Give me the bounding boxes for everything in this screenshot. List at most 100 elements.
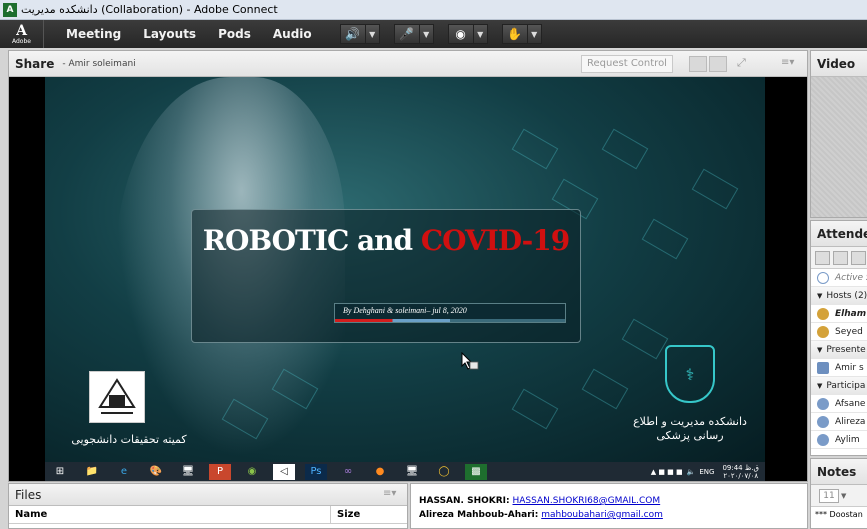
column-size[interactable]: Size: [331, 509, 360, 520]
slide-title-white: ROBOTIC and: [202, 224, 413, 257]
paint-icon[interactable]: 🎨: [145, 464, 167, 480]
expand-icon[interactable]: ⤢: [737, 56, 755, 72]
attendee-row[interactable]: Amir s: [811, 359, 867, 377]
files-table-header: Name Size: [9, 506, 407, 524]
university-emblem-line-1: دانشکده مدیریت و اطلاع: [633, 415, 747, 428]
adobe-logo-text: Adobe: [12, 37, 31, 45]
pod-menu-icon[interactable]: ≡▾: [781, 57, 794, 68]
attendee-group-hosts[interactable]: ▼ Hosts (2): [811, 287, 867, 305]
microphone-icon[interactable]: 🎤: [393, 24, 420, 44]
breakout-icon[interactable]: [833, 250, 848, 265]
adobe-connect-icon[interactable]: ▩: [465, 463, 487, 480]
raise-hand-icon[interactable]: ✋: [501, 24, 528, 44]
active-speaker-row: Active S: [811, 269, 867, 287]
visual-studio-code-icon[interactable]: ◁: [273, 463, 295, 480]
files-pod-header: Files: [9, 484, 407, 506]
chevron-down-icon[interactable]: ▼: [419, 24, 434, 44]
hexagon-decoration: [581, 368, 629, 410]
attendee-name: Amir s: [835, 362, 864, 373]
menu-layouts[interactable]: Layouts: [143, 27, 196, 41]
language-indicator[interactable]: ENG: [699, 468, 714, 476]
volume-icon[interactable]: 🔈: [687, 468, 696, 476]
hexagon-decoration: [691, 168, 739, 210]
adobe-logo: A Adobe: [0, 20, 44, 48]
file-explorer-icon[interactable]: 📁: [81, 464, 103, 480]
pod-menu-icon[interactable]: ≡▾: [383, 488, 396, 499]
hexagon-decoration: [511, 388, 559, 430]
chat-email-link[interactable]: mahboubahari@gmail.com: [541, 510, 663, 520]
cursor-icon: [461, 352, 479, 370]
request-control-button[interactable]: Request Control: [581, 55, 673, 73]
group-label: Participa: [826, 380, 866, 391]
hexagon-decoration: [511, 128, 559, 170]
menu-audio[interactable]: Audio: [273, 27, 312, 41]
attendee-group-presenters[interactable]: ▼ Presente: [811, 341, 867, 359]
attendee-row[interactable]: Aylim: [811, 431, 867, 449]
attendee-group-participants[interactable]: ▼ Participa: [811, 377, 867, 395]
attendee-name: Seyed: [835, 326, 863, 337]
host-icon: [817, 307, 829, 320]
attendees-toolbar: [811, 247, 867, 269]
triangle-down-icon: ▼: [817, 291, 823, 300]
chevron-down-icon[interactable]: ▼: [365, 24, 380, 44]
tray-icons[interactable]: ▲ ■ ■ ■: [651, 468, 683, 476]
status-icon[interactable]: [851, 250, 866, 265]
fit-width-icon[interactable]: [689, 56, 707, 72]
triangle-down-icon: ▼: [817, 345, 823, 354]
visual-studio-icon[interactable]: ∞: [337, 464, 359, 480]
internet-explorer-icon[interactable]: e: [113, 464, 135, 480]
participant-icon: [817, 397, 829, 410]
chevron-down-icon[interactable]: ▼: [473, 24, 488, 44]
attendee-name: Afsane: [835, 398, 866, 409]
remote-desktop-icon[interactable]: 🖥: [177, 464, 199, 480]
chrome-icon[interactable]: ◯: [433, 464, 455, 480]
font-size-select[interactable]: 11: [819, 488, 839, 503]
chevron-down-icon[interactable]: ▼: [527, 24, 542, 44]
speaker-icon[interactable]: 🔊: [339, 24, 366, 44]
student-research-logo-text: کمیته تحقیقات دانشجویی: [71, 433, 187, 446]
firefox-icon[interactable]: ●: [369, 464, 391, 480]
attendee-row[interactable]: Seyed: [811, 323, 867, 341]
menu-meeting[interactable]: Meeting: [66, 27, 121, 41]
chevron-down-icon[interactable]: ▼: [841, 492, 846, 500]
video-area: [811, 77, 867, 217]
university-emblem-text: دانشکده مدیریت و اطلاع رسانی پزشکی: [615, 415, 765, 443]
presenter-name: - Amir soleimani: [62, 58, 136, 69]
windows-taskbar: ⊞ 📁 e 🎨 🖥 P ◉ ◁ Ps ∞ ● 🖥 ◯ ▩ ▲ ■ ■ ■ 🔈 E…: [45, 462, 765, 481]
menu-pods[interactable]: Pods: [218, 27, 251, 41]
share-pod-header: Share - Amir soleimani: [9, 51, 807, 77]
slide-byline: By Dehghani & soleimani– jul 8, 2020: [343, 306, 467, 315]
slide-title: ROBOTIC and COVID-19: [192, 224, 580, 257]
menubar: A Adobe Meeting Layouts Pods Audio 🔊 ▼ 🎤…: [0, 20, 867, 48]
photoshop-icon[interactable]: Ps: [305, 463, 327, 480]
clock[interactable]: 09:44 ق.ظ ۲۰۲۰/۰۷/۰۸: [718, 464, 759, 480]
attendee-name: Alireza: [835, 416, 866, 427]
window-title: دانشکده مدیریت (Collaboration) - Adobe C…: [21, 3, 278, 16]
column-name[interactable]: Name: [9, 506, 331, 523]
group-label: Presente: [826, 344, 866, 355]
attendee-row[interactable]: Afsane: [811, 395, 867, 413]
adobe-logo-letter: A: [16, 22, 27, 39]
microphone-icon: [817, 271, 829, 284]
host-icon: [817, 325, 829, 338]
attendee-row[interactable]: Alireza: [811, 413, 867, 431]
remote-desktop-icon[interactable]: 🖥: [401, 464, 423, 480]
list-view-icon[interactable]: [815, 250, 830, 265]
android-icon[interactable]: ◉: [241, 464, 263, 480]
webcam-icon[interactable]: ◉: [447, 24, 474, 44]
full-screen-icon[interactable]: [709, 56, 727, 72]
slide-title-box: ROBOTIC and COVID-19 By Dehghani & solei…: [191, 209, 581, 343]
triangle-down-icon: ▼: [817, 381, 823, 390]
notes-content[interactable]: *** Doostan: [811, 507, 867, 522]
video-pod-title: Video: [817, 56, 856, 71]
powerpoint-icon[interactable]: P: [209, 463, 231, 480]
active-speaker-label: Active S: [835, 272, 867, 283]
chat-email-link[interactable]: HASSAN.SHOKRI68@GMAIL.COM: [513, 496, 661, 506]
chat-sender: Alireza Mahboub-Ahari:: [419, 510, 539, 520]
attendee-row[interactable]: Elham: [811, 305, 867, 323]
share-stage: ROBOTIC and COVID-19 By Dehghani & solei…: [9, 77, 807, 481]
hexagon-decoration: [601, 128, 649, 170]
windows-start-icon[interactable]: ⊞: [49, 464, 71, 480]
participant-icon: [817, 415, 829, 428]
video-pod-header: Video: [811, 51, 867, 77]
